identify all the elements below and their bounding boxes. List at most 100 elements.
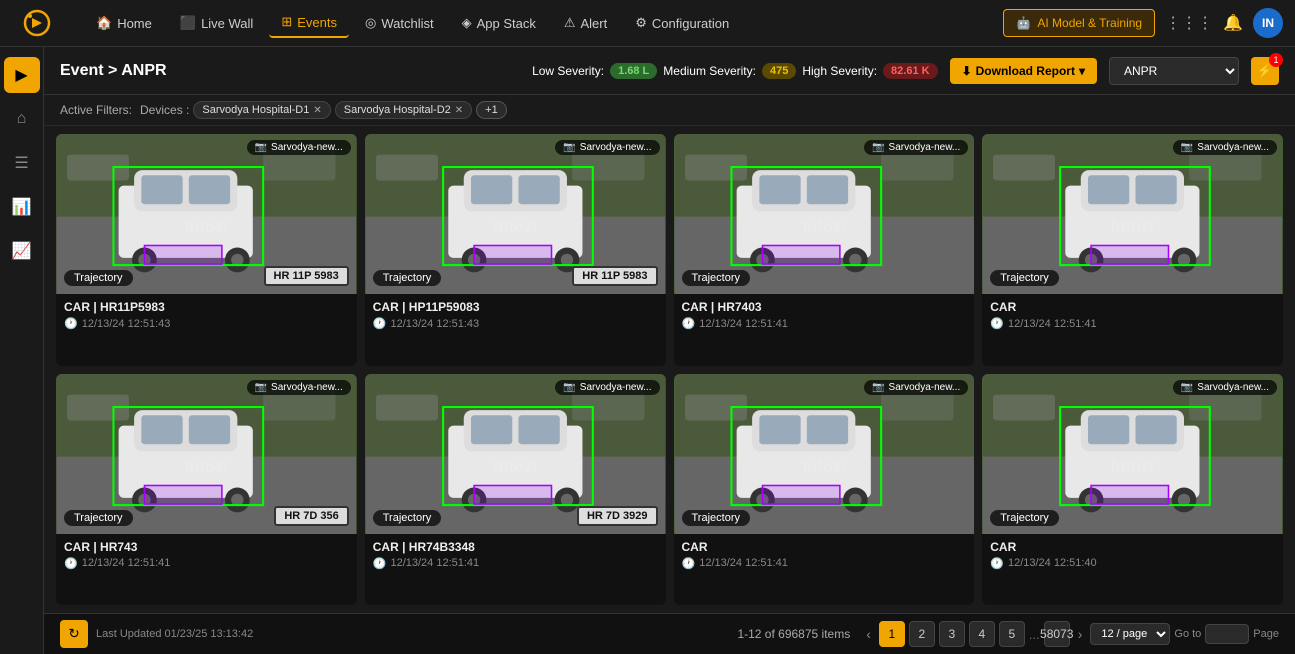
refresh-button[interactable]: ↻ (60, 620, 88, 648)
nav-home[interactable]: 🏠 Home (84, 9, 164, 37)
active-filters-label: Active Filters: (60, 103, 132, 117)
camera-label: 📷 Sarvodya-new... (555, 140, 659, 155)
event-card[interactable]: Intozi 📷 Sarvodya-new... Trajectory CAR … (982, 374, 1283, 606)
page-btn-1[interactable]: 1 (879, 621, 905, 647)
trajectory-button[interactable]: Trajectory (373, 510, 442, 526)
left-sidebar: ▶ ⌂ ☰ 📊 📈 (0, 47, 44, 654)
event-card[interactable]: Intozi 📷 Sarvodya-new... Trajectory CAR … (674, 134, 975, 366)
trajectory-button[interactable]: Trajectory (682, 510, 751, 526)
camera-label: 📷 Sarvodya-new... (555, 380, 659, 395)
card-title: CAR | HP11P59083 (373, 300, 658, 314)
camera-label: 📷 Sarvodya-new... (247, 140, 351, 155)
devices-label: Devices : (140, 103, 189, 117)
filter-chip-more[interactable]: +1 (476, 101, 507, 119)
camera-label: 📷 Sarvodya-new... (1173, 380, 1277, 395)
plate-number: HR 7D 356 (274, 506, 348, 526)
header-right: Low Severity: 1.68 L Medium Severity: 47… (532, 57, 1279, 85)
download-report-button[interactable]: ⬇ Download Report ▾ (950, 58, 1097, 84)
medium-severity-label: Medium Severity: (663, 64, 756, 78)
trajectory-button[interactable]: Trajectory (64, 510, 133, 526)
svg-text:Intozi: Intozi (185, 218, 228, 236)
chip-1-close-icon[interactable]: ✕ (313, 105, 321, 116)
events-icon: ⊞ (281, 14, 292, 30)
page-btn-last[interactable]: 58073 (1044, 621, 1070, 647)
card-title: CAR | HR743 (64, 540, 349, 554)
page-btn-4[interactable]: 4 (969, 621, 995, 647)
page-title: Event > ANPR (60, 62, 167, 80)
nav-alert[interactable]: ⚠ Alert (552, 9, 619, 37)
sidebar-icon-list[interactable]: ☰ (4, 145, 40, 181)
main-content: Event > ANPR Low Severity: 1.68 L Medium… (44, 47, 1295, 654)
filter-chip-2[interactable]: Sarvodya Hospital-D2 ✕ (335, 101, 472, 119)
clock-icon: 🕐 (64, 557, 78, 570)
card-image: Intozi 📷 Sarvodya-new... Trajectory (674, 134, 975, 294)
high-severity-label: High Severity: (802, 64, 877, 78)
page-btn-2[interactable]: 2 (909, 621, 935, 647)
trajectory-button[interactable]: Trajectory (373, 270, 442, 286)
svg-text:Intozi: Intozi (494, 458, 537, 476)
trajectory-button[interactable]: Trajectory (682, 270, 751, 286)
card-image: Intozi 📷 Sarvodya-new... Trajectory (982, 134, 1283, 294)
nav-configuration[interactable]: ⚙ Configuration (623, 9, 741, 37)
event-type-select[interactable]: ANPR (1109, 57, 1239, 85)
card-title: CAR | HR74B3348 (373, 540, 658, 554)
notification-icon[interactable]: 🔔 (1223, 13, 1243, 33)
page-btn-3[interactable]: 3 (939, 621, 965, 647)
trajectory-button[interactable]: Trajectory (990, 510, 1059, 526)
logo (12, 5, 72, 41)
sidebar-icon-stats[interactable]: 📈 (4, 233, 40, 269)
nav-appstack[interactable]: ◈ App Stack (450, 9, 548, 37)
user-avatar[interactable]: IN (1253, 8, 1283, 38)
svg-text:Intozi: Intozi (1111, 458, 1154, 476)
per-page-select[interactable]: 12 / page (1090, 623, 1170, 645)
livewall-icon: ⬛ (180, 15, 196, 31)
nav-livewall[interactable]: ⬛ Live Wall (168, 9, 265, 37)
chip-2-close-icon[interactable]: ✕ (455, 105, 463, 116)
svg-text:Intozi: Intozi (494, 218, 537, 236)
ai-model-button[interactable]: 🤖 AI Model & Training (1003, 9, 1155, 37)
event-card[interactable]: Intozi 📷 Sarvodya-new... Trajectory HR 1… (365, 134, 666, 366)
nav-events[interactable]: ⊞ Events (269, 8, 349, 38)
card-title: CAR | HR7403 (682, 300, 967, 314)
camera-icon: 📷 (255, 142, 267, 153)
nav-watchlist[interactable]: ◎ Watchlist (353, 9, 446, 37)
clock-icon: 🕐 (682, 317, 696, 330)
filter-button[interactable]: ⚡ 1 (1251, 57, 1279, 85)
camera-icon: 📷 (872, 382, 884, 393)
trajectory-button[interactable]: Trajectory (64, 270, 133, 286)
svg-text:Intozi: Intozi (1111, 218, 1154, 236)
prev-page-button[interactable]: ‹ (862, 624, 875, 644)
last-updated: Last Updated 01/23/25 13:13:42 (96, 628, 253, 640)
download-icon: ⬇ (962, 64, 972, 78)
svg-text:Intozi: Intozi (802, 458, 845, 476)
page-btn-5[interactable]: 5 (999, 621, 1025, 647)
sidebar-icon-chart[interactable]: 📊 (4, 189, 40, 225)
event-card[interactable]: Intozi 📷 Sarvodya-new... Trajectory CAR … (674, 374, 975, 606)
filter-chip-1[interactable]: Sarvodya Hospital-D1 ✕ (193, 101, 330, 119)
sidebar-icon-play[interactable]: ▶ (4, 57, 40, 93)
next-page-button[interactable]: › (1074, 624, 1087, 644)
card-time: 🕐 12/13/24 12:51:41 (682, 557, 967, 570)
card-info: CAR | HR7403 🕐 12/13/24 12:51:41 (674, 294, 975, 336)
clock-icon: 🕐 (373, 557, 387, 570)
grid-menu-icon[interactable]: ⋮⋮⋮ (1165, 13, 1213, 33)
filter-count-badge: 1 (1269, 53, 1283, 67)
plate-number: HR 11P 5983 (572, 266, 657, 286)
card-info: CAR | HP11P59083 🕐 12/13/24 12:51:43 (365, 294, 666, 336)
clock-icon: 🕐 (64, 317, 78, 330)
card-title: CAR (682, 540, 967, 554)
event-card[interactable]: Intozi 📷 Sarvodya-new... Trajectory CAR … (982, 134, 1283, 366)
trajectory-button[interactable]: Trajectory (990, 270, 1059, 286)
event-card[interactable]: Intozi 📷 Sarvodya-new... Trajectory HR 1… (56, 134, 357, 366)
event-card[interactable]: Intozi 📷 Sarvodya-new... Trajectory HR 7… (365, 374, 666, 606)
page-dots: ... (1029, 627, 1040, 642)
event-card[interactable]: Intozi 📷 Sarvodya-new... Trajectory HR 7… (56, 374, 357, 606)
devices-filter-group: Devices : Sarvodya Hospital-D1 ✕ Sarvody… (140, 101, 507, 119)
sidebar-icon-home[interactable]: ⌂ (4, 101, 40, 137)
goto-input[interactable] (1205, 624, 1249, 644)
plate-number: HR 7D 3929 (577, 506, 658, 526)
card-image: Intozi 📷 Sarvodya-new... Trajectory (674, 374, 975, 534)
card-time: 🕐 12/13/24 12:51:41 (64, 557, 349, 570)
goto-label: Go to (1174, 628, 1201, 640)
card-time: 🕐 12/13/24 12:51:41 (373, 557, 658, 570)
